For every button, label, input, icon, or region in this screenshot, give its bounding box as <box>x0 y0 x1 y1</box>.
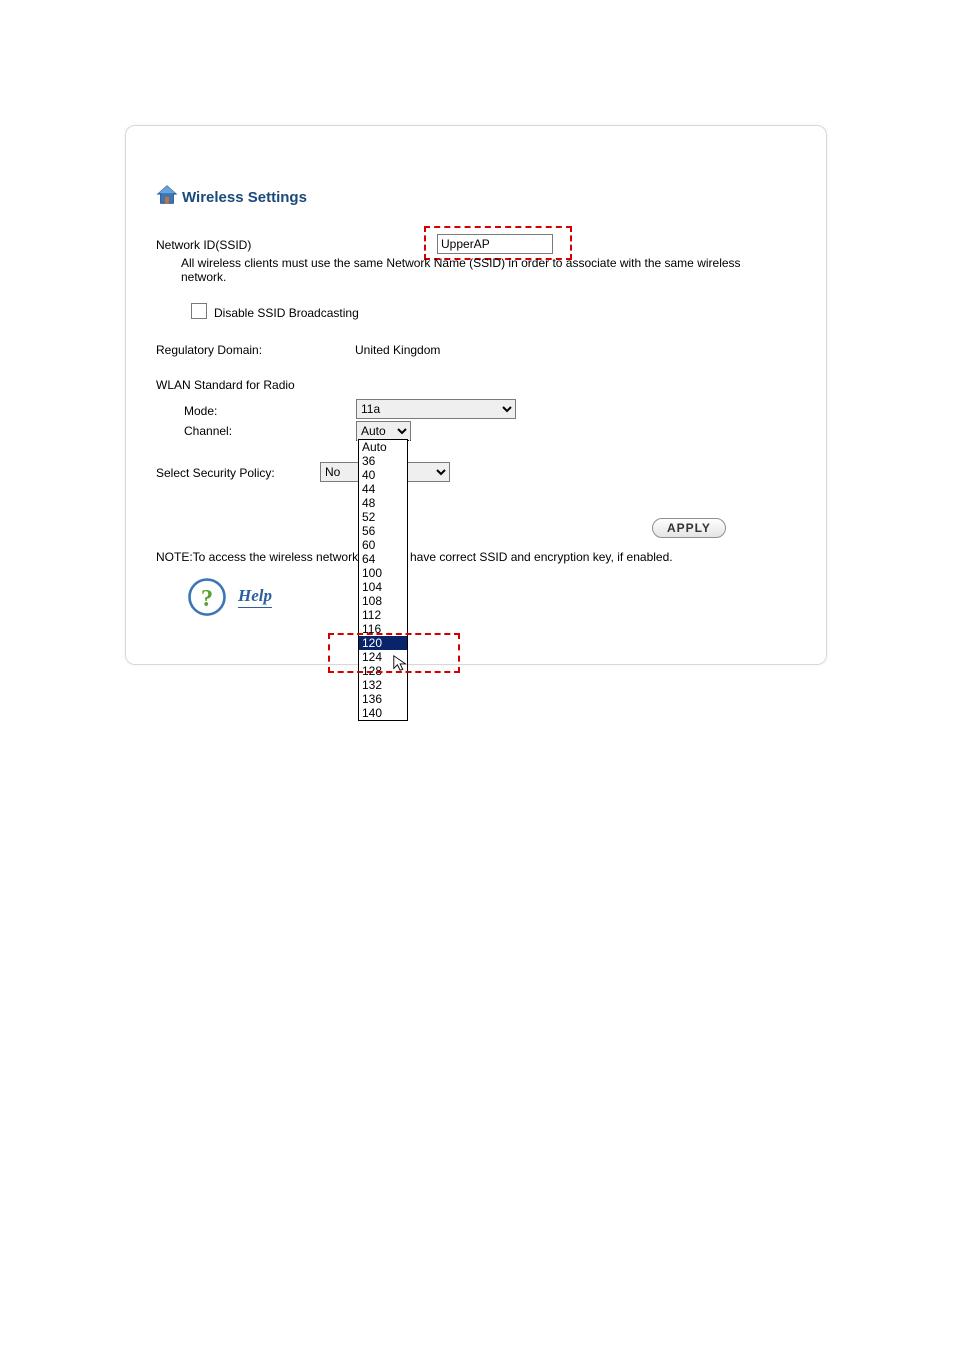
wlan-std-label: WLAN Standard for Radio <box>156 378 295 392</box>
regulatory-value: United Kingdom <box>355 343 440 357</box>
regulatory-label: Regulatory Domain: <box>156 343 262 357</box>
channel-option[interactable]: 44 <box>359 482 407 496</box>
channel-option[interactable]: 132 <box>359 678 407 692</box>
channel-option[interactable]: 40 <box>359 468 407 482</box>
channel-option[interactable]: 60 <box>359 538 407 552</box>
channel-select[interactable]: Auto <box>356 421 411 441</box>
svg-text:?: ? <box>201 585 213 612</box>
channel-option[interactable]: 52 <box>359 510 407 524</box>
security-label: Select Security Policy: <box>156 466 275 480</box>
apply-button[interactable]: APPLY <box>652 518 726 538</box>
channel-option[interactable]: 112 <box>359 608 407 622</box>
help-icon: ? <box>186 576 228 618</box>
ssid-hint: All wireless clients must use the same N… <box>181 256 751 284</box>
channel-option[interactable]: 136 <box>359 692 407 706</box>
channel-label: Channel: <box>184 424 232 438</box>
channel-option[interactable]: 128 <box>359 664 407 678</box>
help-link[interactable]: ? Help <box>186 576 272 618</box>
settings-panel: Wireless Settings Network ID(SSID) All w… <box>125 125 827 665</box>
page-title: Wireless Settings <box>182 189 307 206</box>
channel-option[interactable]: 36 <box>359 454 407 468</box>
help-label: Help <box>238 586 272 608</box>
channel-option[interactable]: 56 <box>359 524 407 538</box>
home-icon <box>156 184 178 206</box>
channel-option[interactable]: 104 <box>359 580 407 594</box>
disable-ssid-checkbox[interactable] <box>191 303 207 319</box>
channel-option[interactable]: 140 <box>359 706 407 720</box>
channel-option-selected[interactable]: 120 <box>359 636 407 650</box>
channel-option[interactable]: 48 <box>359 496 407 510</box>
page-title-row: Wireless Settings <box>156 184 307 206</box>
mode-select[interactable]: 11a <box>356 399 516 419</box>
note-prefix: NOTE:To access the wireless network, <box>156 550 361 564</box>
channel-option[interactable]: 116 <box>359 622 407 636</box>
ssid-label: Network ID(SSID) <box>156 238 251 252</box>
channel-option[interactable]: Auto <box>359 440 407 454</box>
note-suffix: have correct SSID and encryption key, if… <box>410 550 673 564</box>
channel-option[interactable]: 100 <box>359 566 407 580</box>
mode-label: Mode: <box>184 404 217 418</box>
channel-option[interactable]: 124 <box>359 650 407 664</box>
channel-option[interactable]: 108 <box>359 594 407 608</box>
ssid-input[interactable] <box>437 234 553 254</box>
disable-ssid-label: Disable SSID Broadcasting <box>214 306 359 320</box>
channel-option[interactable]: 64 <box>359 552 407 566</box>
channel-dropdown-list[interactable]: Auto 36 40 44 48 52 56 60 64 100 104 108… <box>358 439 408 721</box>
